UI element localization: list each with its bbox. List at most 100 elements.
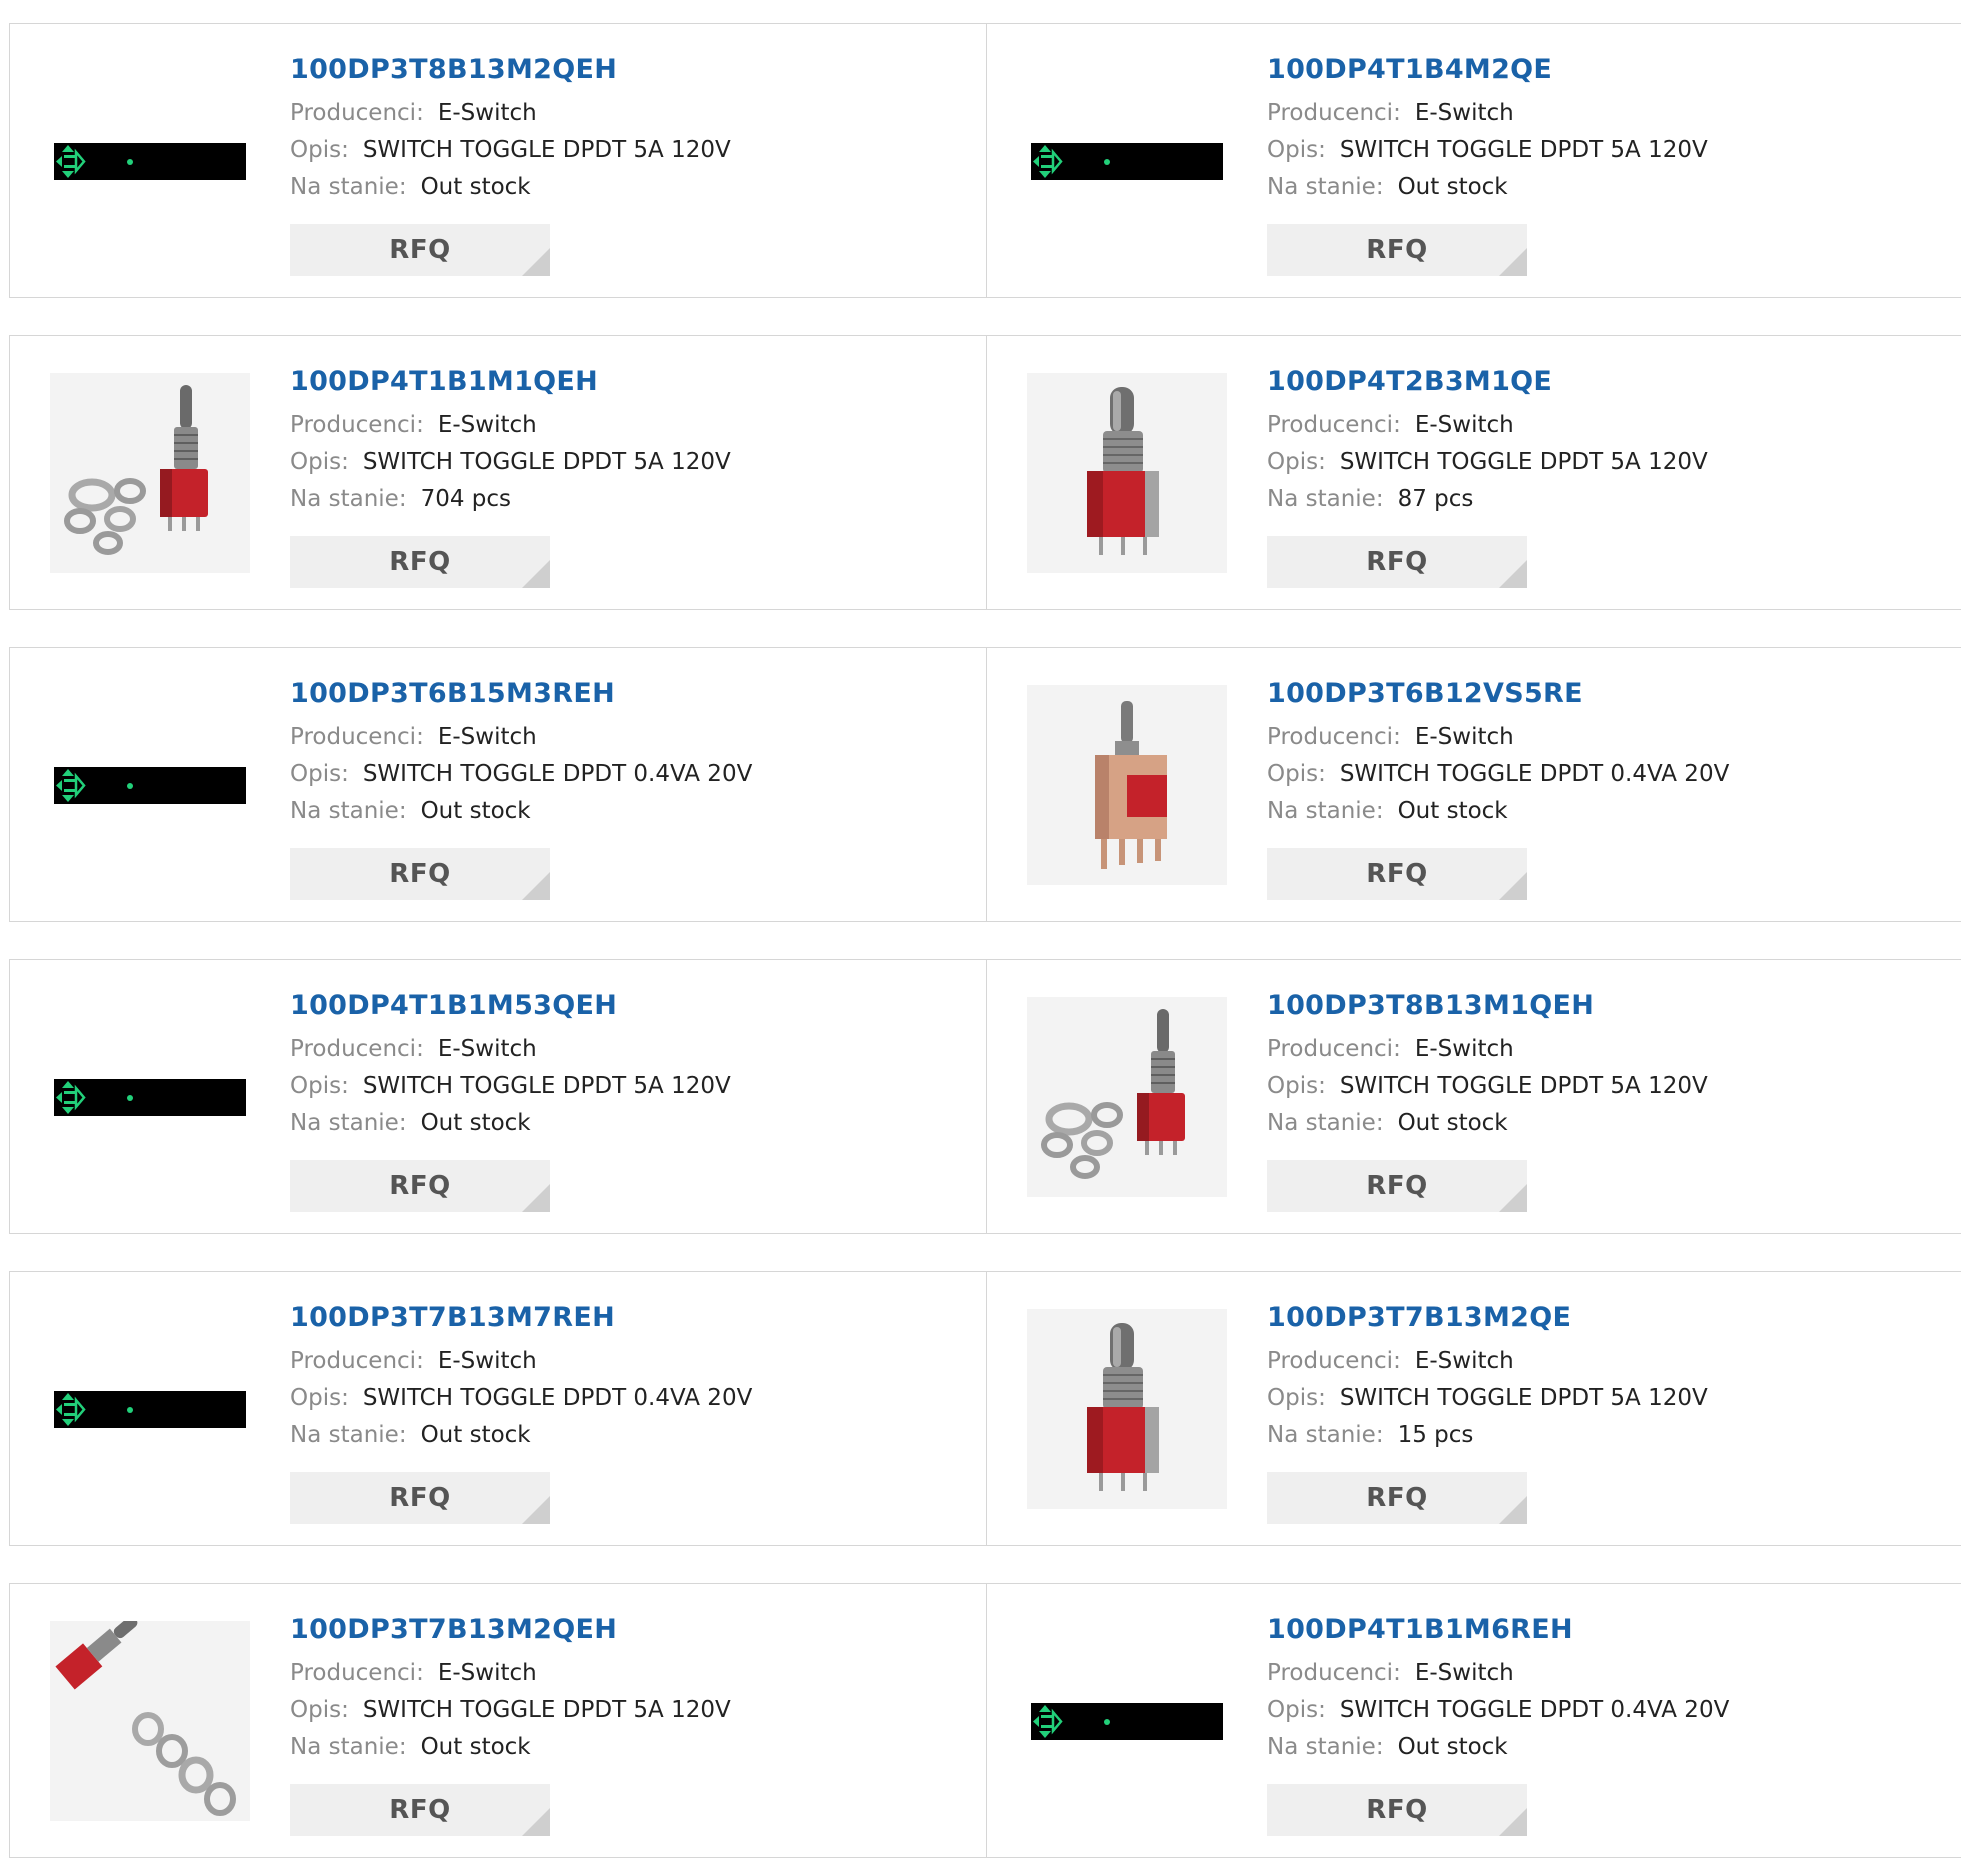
rfq-button[interactable]: RFQ xyxy=(1267,224,1527,276)
arrows-icon xyxy=(56,1392,86,1426)
dot-icon xyxy=(127,1094,133,1101)
part-number-link[interactable]: 100DP3T6B15M3REH xyxy=(290,675,976,719)
stock-row: Na stanie: Out stock xyxy=(290,169,976,206)
stock-label: Na stanie: xyxy=(290,1734,407,1760)
dot-icon xyxy=(1104,1718,1110,1725)
product-image[interactable] xyxy=(1027,373,1227,573)
product-image[interactable] xyxy=(1027,1621,1227,1821)
rfq-button[interactable]: RFQ xyxy=(290,1784,550,1836)
description-row: Opis: SWITCH TOGGLE DPDT 0.4VA 20V xyxy=(290,756,976,793)
part-number-link[interactable]: 100DP3T6B12VS5RE xyxy=(1267,675,1954,719)
product-image[interactable] xyxy=(50,685,250,885)
toggle-switch-washers-icon xyxy=(64,385,208,555)
product-image[interactable] xyxy=(1027,997,1227,1197)
rfq-label: RFQ xyxy=(1366,859,1428,889)
stock-row: Na stanie: 87 pcs xyxy=(1267,481,1954,518)
arrows-icon xyxy=(56,768,86,802)
stock-value: Out stock xyxy=(1397,1734,1508,1760)
product-info: 100DP4T1B1M1QEH Producenci: E-Switch Opis… xyxy=(290,363,976,518)
product-image[interactable] xyxy=(1027,1309,1227,1509)
description-label: Opis: xyxy=(290,137,349,163)
description-value: SWITCH TOGGLE DPDT 5A 120V xyxy=(1339,137,1708,163)
corner-triangle-icon xyxy=(1499,1808,1527,1836)
description-value: SWITCH TOGGLE DPDT 5A 120V xyxy=(362,1073,731,1099)
part-number-link[interactable]: 100DP4T1B1M53QEH xyxy=(290,987,976,1031)
part-number-link[interactable]: 100DP3T7B13M7REH xyxy=(290,1299,976,1343)
corner-triangle-icon xyxy=(1499,872,1527,900)
stock-label: Na stanie: xyxy=(1267,486,1384,512)
corner-triangle-icon xyxy=(522,1184,550,1212)
rfq-label: RFQ xyxy=(1366,1171,1428,1201)
description-value: SWITCH TOGGLE DPDT 0.4VA 20V xyxy=(1339,761,1730,787)
product-card: 100DP3T7B13M2QEH Producenci: E-Switch Opi… xyxy=(9,1583,987,1858)
description-row: Opis: SWITCH TOGGLE DPDT 0.4VA 20V xyxy=(1267,1692,1954,1729)
product-image[interactable] xyxy=(1027,685,1227,885)
rfq-button[interactable]: RFQ xyxy=(1267,1784,1527,1836)
manufacturer-value: E-Switch xyxy=(1414,100,1514,126)
description-label: Opis: xyxy=(1267,1697,1326,1723)
manufacturer-value: E-Switch xyxy=(1414,1660,1514,1686)
product-card: 100DP3T6B12VS5RE Producenci: E-Switch Opi… xyxy=(987,647,1961,922)
toggle-switch-washers-icon xyxy=(1041,1009,1185,1179)
description-label: Opis: xyxy=(290,1697,349,1723)
rfq-button[interactable]: RFQ xyxy=(1267,1472,1527,1524)
rfq-button[interactable]: RFQ xyxy=(290,224,550,276)
description-value: SWITCH TOGGLE DPDT 5A 120V xyxy=(362,137,731,163)
toggle-switch-bracket-icon xyxy=(1095,701,1167,869)
description-row: Opis: SWITCH TOGGLE DPDT 5A 120V xyxy=(1267,1380,1954,1417)
description-row: Opis: SWITCH TOGGLE DPDT 5A 120V xyxy=(290,132,976,169)
rfq-button[interactable]: RFQ xyxy=(1267,1160,1527,1212)
stock-value: 704 pcs xyxy=(420,486,512,512)
corner-triangle-icon xyxy=(1499,248,1527,276)
description-value: SWITCH TOGGLE DPDT 0.4VA 20V xyxy=(1339,1697,1730,1723)
manufacturer-label: Producenci: xyxy=(1267,412,1401,438)
rfq-button[interactable]: RFQ xyxy=(290,848,550,900)
arrows-icon xyxy=(1033,144,1063,178)
product-image[interactable] xyxy=(50,373,250,573)
product-image[interactable] xyxy=(50,997,250,1197)
part-number-link[interactable]: 100DP3T7B13M2QEH xyxy=(290,1611,976,1655)
product-image[interactable] xyxy=(1027,61,1227,261)
rfq-button[interactable]: RFQ xyxy=(290,1160,550,1212)
stock-row: Na stanie: Out stock xyxy=(290,1729,976,1766)
stock-value: Out stock xyxy=(1397,798,1508,824)
stock-value: Out stock xyxy=(1397,174,1508,200)
part-number-link[interactable]: 100DP3T8B13M2QEH xyxy=(290,51,976,95)
product-card: 100DP3T7B13M7REH Producenci: E-Switch Opi… xyxy=(9,1271,987,1546)
stock-row: Na stanie: Out stock xyxy=(290,1417,976,1454)
product-image[interactable] xyxy=(50,1621,250,1821)
part-number-link[interactable]: 100DP4T1B1M1QEH xyxy=(290,363,976,407)
product-info: 100DP4T1B1M53QEH Producenci: E-Switch Opi… xyxy=(290,987,976,1142)
product-image[interactable] xyxy=(50,61,250,261)
manufacturer-row: Producenci: E-Switch xyxy=(1267,407,1954,444)
part-number-link[interactable]: 100DP4T1B1M6REH xyxy=(1267,1611,1954,1655)
part-number-link[interactable]: 100DP3T8B13M1QEH xyxy=(1267,987,1954,1031)
description-label: Opis: xyxy=(1267,449,1326,475)
part-number-link[interactable]: 100DP3T7B13M2QE xyxy=(1267,1299,1954,1343)
part-number-link[interactable]: 100DP4T1B4M2QE xyxy=(1267,51,1954,95)
product-card: 100DP3T6B15M3REH Producenci: E-Switch Opi… xyxy=(9,647,987,922)
product-info: 100DP3T8B13M2QEH Producenci: E-Switch Opi… xyxy=(290,51,976,206)
product-image[interactable] xyxy=(50,1309,250,1509)
rfq-button[interactable]: RFQ xyxy=(290,536,550,588)
part-number-link[interactable]: 100DP4T2B3M1QE xyxy=(1267,363,1954,407)
stock-value: Out stock xyxy=(1397,1110,1508,1136)
description-row: Opis: SWITCH TOGGLE DPDT 5A 120V xyxy=(290,444,976,481)
stock-value: Out stock xyxy=(420,1734,531,1760)
product-card: 100DP4T1B1M1QEH Producenci: E-Switch Opis… xyxy=(9,335,987,610)
description-label: Opis: xyxy=(290,449,349,475)
manufacturer-label: Producenci: xyxy=(1267,1036,1401,1062)
rfq-button[interactable]: RFQ xyxy=(1267,848,1527,900)
description-label: Opis: xyxy=(1267,137,1326,163)
dot-icon xyxy=(127,782,133,789)
description-label: Opis: xyxy=(1267,1385,1326,1411)
stock-label: Na stanie: xyxy=(1267,1422,1384,1448)
rfq-button[interactable]: RFQ xyxy=(1267,536,1527,588)
manufacturer-value: E-Switch xyxy=(437,100,537,126)
stock-label: Na stanie: xyxy=(290,798,407,824)
corner-triangle-icon xyxy=(522,872,550,900)
rfq-button[interactable]: RFQ xyxy=(290,1472,550,1524)
description-value: SWITCH TOGGLE DPDT 5A 120V xyxy=(1339,449,1708,475)
rfq-label: RFQ xyxy=(1366,1483,1428,1513)
stock-row: Na stanie: Out stock xyxy=(1267,1105,1954,1142)
